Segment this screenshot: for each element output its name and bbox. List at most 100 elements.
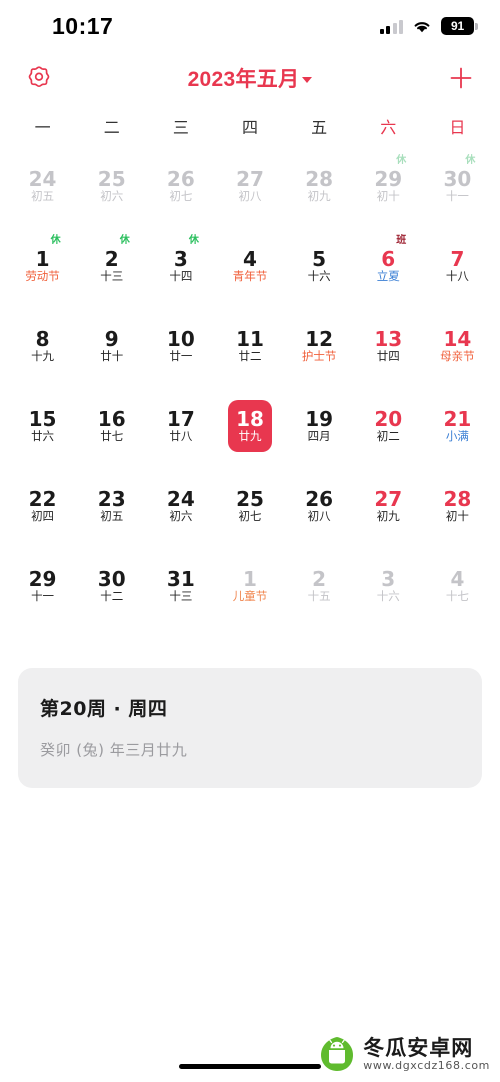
day-lunar-label: 十三 (169, 589, 193, 604)
calendar-day-cell[interactable]: 4 十七 (423, 546, 492, 626)
day-number: 6 (381, 247, 396, 272)
calendar-app-screen: 10:17 91 2023年五月 一 二 三 四 五 六 日 24 初五 25 … (0, 0, 500, 1082)
calendar-day-cell[interactable]: 15 廿六 (8, 386, 77, 466)
calendar-day-cell[interactable]: 30 十二 (77, 546, 146, 626)
day-lunar-label: 初二 (376, 429, 400, 444)
day-number: 30 (443, 167, 472, 192)
calendar-day-cell[interactable]: 22 初四 (8, 466, 77, 546)
calendar-day-cell[interactable]: 19 四月 (285, 386, 354, 466)
day-number: 29 (28, 567, 57, 592)
home-indicator[interactable] (179, 1064, 321, 1069)
day-cell-inner: 16 廿七 (90, 400, 134, 452)
day-number: 10 (166, 327, 195, 352)
calendar-day-cell[interactable]: 28 初十 (423, 466, 492, 546)
day-number: 26 (305, 487, 334, 512)
calendar-day-cell[interactable]: 10 廿一 (146, 306, 215, 386)
week-weekday-label: 第20周 · 周四 (40, 698, 168, 720)
settings-button[interactable] (22, 61, 56, 95)
calendar-day-cell[interactable]: 26 初七 (146, 146, 215, 226)
lunar-year-label: 癸卯 (兔) 年三月廿九 (40, 741, 188, 759)
calendar-day-cell[interactable]: 20 初二 (354, 386, 423, 466)
day-info-card[interactable]: 第20周 · 周四 癸卯 (兔) 年三月廿九 (18, 668, 482, 788)
day-cell-inner: 11 廿二 (228, 320, 272, 372)
calendar-day-cell[interactable]: 13 廿四 (354, 306, 423, 386)
calendar-day-cell[interactable]: 29 十一 (8, 546, 77, 626)
calendar-day-cell[interactable]: 18 廿九 (215, 386, 284, 466)
status-clock: 10:17 (52, 12, 114, 39)
battery-icon: 91 (441, 17, 478, 35)
month-title-button[interactable]: 2023年五月 (188, 63, 313, 93)
day-lunar-label: 护士节 (301, 349, 337, 364)
calendar-day-cell[interactable]: 24 初六 (146, 466, 215, 546)
day-lunar-label: 初六 (100, 189, 124, 204)
rest-day-badge: 休 (50, 235, 61, 246)
day-lunar-label: 廿七 (100, 429, 124, 444)
calendar-day-cell[interactable]: 4 青年节 (215, 226, 284, 306)
day-number: 28 (443, 487, 472, 512)
calendar-day-cell[interactable]: 27 初九 (354, 466, 423, 546)
day-lunar-label: 初八 (238, 189, 262, 204)
day-lunar-label: 劳动节 (25, 269, 60, 284)
day-cell-inner: 30 十一 (435, 160, 479, 212)
day-number: 15 (28, 407, 57, 432)
calendar-day-cell[interactable]: 9 廿十 (77, 306, 146, 386)
calendar-day-cell[interactable]: 休 1 劳动节 (8, 226, 77, 306)
watermark-name: 冬瓜安卓网 (363, 1035, 474, 1060)
day-cell-inner: 2 十五 (297, 560, 341, 612)
day-cell-inner: 15 廿六 (21, 400, 65, 452)
chevron-down-icon (302, 77, 313, 83)
calendar-day-cell[interactable]: 7 十八 (423, 226, 492, 306)
calendar-day-cell[interactable]: 班 6 立夏 (354, 226, 423, 306)
day-cell-inner: 12 护士节 (297, 320, 341, 372)
watermark: 冬瓜安卓网 www.dgxcdz168.com (317, 1034, 490, 1074)
calendar-grid[interactable]: 24 初五 25 初六 26 初七 27 初八 28 初九休 29 初十休 30 十一休 1 劳动节休 2 十三休… (0, 140, 500, 626)
calendar-day-cell[interactable]: 17 廿八 (146, 386, 215, 466)
day-cell-inner: 29 初十 (366, 160, 410, 212)
day-cell-inner: 28 初十 (435, 480, 479, 532)
day-lunar-label: 初五 (31, 189, 55, 204)
day-cell-inner: 3 十四 (159, 240, 203, 292)
day-number: 25 (97, 167, 126, 192)
day-lunar-label: 廿一 (169, 349, 193, 364)
calendar-day-cell[interactable]: 27 初八 (215, 146, 284, 226)
calendar-day-cell[interactable]: 25 初六 (77, 146, 146, 226)
day-cell-inner: 28 初九 (297, 160, 341, 212)
calendar-day-cell[interactable]: 休 3 十四 (146, 226, 215, 306)
calendar-day-cell[interactable]: 24 初五 (8, 146, 77, 226)
calendar-day-cell[interactable]: 12 护士节 (285, 306, 354, 386)
calendar-day-cell[interactable]: 14 母亲节 (423, 306, 492, 386)
day-number: 27 (236, 167, 264, 192)
calendar-day-cell[interactable]: 25 初七 (215, 466, 284, 546)
calendar-day-cell[interactable]: 16 廿七 (77, 386, 146, 466)
rest-day-badge: 休 (119, 235, 130, 246)
calendar-day-cell[interactable]: 28 初九 (285, 146, 354, 226)
day-cell-inner: 3 十六 (366, 560, 410, 612)
rest-day-badge: 休 (396, 155, 407, 166)
day-cell-inner: 27 初八 (228, 160, 272, 212)
calendar-day-cell[interactable]: 3 十六 (354, 546, 423, 626)
calendar-day-cell[interactable]: 26 初八 (285, 466, 354, 546)
day-cell-inner: 30 十二 (90, 560, 134, 612)
calendar-day-cell[interactable]: 11 廿二 (215, 306, 284, 386)
day-lunar-label: 四月 (307, 429, 331, 444)
day-lunar-label: 初十 (376, 189, 400, 204)
calendar-day-cell[interactable]: 31 十三 (146, 546, 215, 626)
calendar-day-cell[interactable]: 休 2 十三 (77, 226, 146, 306)
day-lunar-label: 廿六 (31, 429, 55, 444)
status-bar: 10:17 91 (0, 0, 500, 52)
calendar-day-cell[interactable]: 23 初五 (77, 466, 146, 546)
calendar-day-cell[interactable]: 休 29 初十 (354, 146, 423, 226)
day-lunar-label: 初四 (31, 509, 55, 524)
calendar-day-cell[interactable]: 8 十九 (8, 306, 77, 386)
calendar-day-cell[interactable]: 2 十五 (285, 546, 354, 626)
day-lunar-label: 十四 (169, 269, 193, 284)
calendar-day-cell[interactable]: 5 十六 (285, 226, 354, 306)
day-cell-inner: 26 初八 (297, 480, 341, 532)
add-event-button[interactable] (444, 61, 478, 95)
calendar-day-cell[interactable]: 休 30 十一 (423, 146, 492, 226)
calendar-day-cell[interactable]: 1 儿童节 (215, 546, 284, 626)
android-mascot-icon (321, 1037, 354, 1071)
calendar-day-cell[interactable]: 21 小满 (423, 386, 492, 466)
day-cell-inner: 18 廿九 (227, 400, 272, 452)
day-number: 1 (35, 247, 50, 272)
